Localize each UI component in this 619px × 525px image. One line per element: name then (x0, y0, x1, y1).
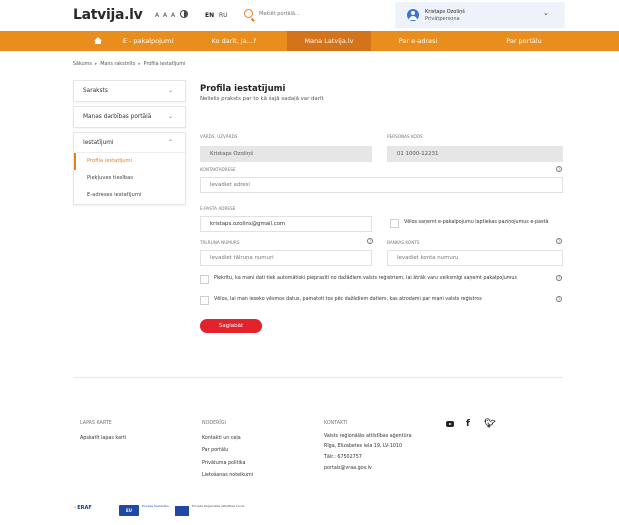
nav-item-what-to-do[interactable]: Ko darīt, ja...? (196, 31, 272, 51)
footer-sitemap-title: Lapas karte (80, 421, 112, 426)
eu-flag-icon (175, 506, 189, 516)
sidebar-section-label[interactable]: Saraksts ⌄ (74, 81, 185, 101)
help-icon[interactable]: ? (556, 275, 562, 281)
name-field: Kristaps Ozoliņš (200, 146, 372, 162)
nav-item-about-portal[interactable]: Par portālu (486, 31, 562, 51)
youtube-icon[interactable] (446, 421, 454, 427)
bank-account-label: Bankas konts (387, 240, 420, 245)
phone-label: Tālruņa numurs (200, 240, 240, 245)
lang-en[interactable]: EN (205, 12, 214, 19)
footer-link[interactable]: Lietošanas noteikumi (202, 473, 253, 478)
nav-item-e-address[interactable]: Par e-adresi (380, 31, 456, 51)
user-avatar-icon (407, 9, 419, 21)
sidebar-item-access-rights[interactable]: Pieķļuves tiesības (74, 170, 185, 187)
breadcrumb: Sākums ▸ Mans rakstnīts ▸ Profila iestatījum… (73, 62, 186, 67)
sidebar-section-settings: Iestatījumi ⌃ Profila iestatījumi Pieķļu… (73, 132, 186, 205)
user-role: Privātpersona (425, 16, 460, 22)
eu-logo-text: Eiropas Savienība (142, 504, 169, 508)
footer-link[interactable]: Kontakti un ceļa (202, 436, 241, 441)
user-name: Kristaps Ozoliņš (425, 9, 465, 15)
erdf-fund-text: Eiropas Reģionālās attīstības fonds (192, 504, 245, 508)
breadcrumb-item: Profila iestatījumi (143, 62, 186, 67)
bank-account-input[interactable]: Ievadiet konta numuru (387, 250, 563, 266)
footer-contact-line[interactable]: portals@vraa.gov.lv (324, 466, 372, 471)
sidebar-section-title: Iestatījumi (83, 140, 114, 146)
sidebar-section-title: Manas darbības portālā (83, 114, 152, 120)
footer-link[interactable]: Privātuma politika (202, 461, 245, 466)
personal-code-field: 01 1000-12231 (387, 146, 563, 162)
footer-link[interactable]: Par portālu (202, 448, 228, 453)
contrast-icon[interactable] (180, 10, 188, 18)
chevron-down-icon: ⌄ (543, 9, 549, 17)
footer-useful-title: Noderīgi (202, 421, 226, 426)
nav-item-my-latvija[interactable]: Mana Latvija.lv (287, 31, 371, 51)
sidebar-section-activity[interactable]: Manas darbības portālā ⌄ (73, 106, 186, 128)
email-label: E-pasta adrese (200, 206, 236, 211)
breadcrumb-item[interactable]: Mans rakstnīts (100, 62, 135, 67)
sidebar-item-profile-settings[interactable]: Profila iestatījumi (74, 153, 185, 170)
site-header: Latvija.lv A A A EN RU Kristaps Ozoliņš … (0, 0, 619, 31)
search-icon[interactable] (244, 9, 253, 18)
email-notifications-checkbox[interactable] (390, 219, 399, 228)
help-icon[interactable]: ? (556, 296, 562, 302)
registry-data-checkbox[interactable] (200, 296, 209, 305)
phone-input[interactable]: Ievadiet tālruņa numuri (200, 250, 372, 266)
personal-code-label: Personas kods (387, 134, 423, 139)
address-input[interactable]: Ievadiet adresi (200, 177, 563, 193)
page-subtitle: Nelielis praksts par to kā šajā sadaļā v… (200, 96, 324, 102)
sidebar-item-e-address-settings[interactable]: E-adreses iestatījumi (74, 187, 185, 204)
address-label: Kontaktadrese (200, 167, 236, 172)
footer-contact-line: Rīga, Elizabetes iela 19, LV-1010 (324, 444, 403, 449)
footer-contact-line[interactable]: Tālr.: 67502757 (324, 455, 362, 460)
help-icon[interactable]: ? (556, 166, 562, 172)
registry-data-label: Vēlos, lai man ieseko vēsmos datus, pama… (214, 297, 482, 302)
eu-logo: EU (119, 505, 139, 516)
save-button[interactable]: Saglabāt (200, 319, 262, 333)
name-label: Vārds, uzvārds (200, 134, 238, 139)
breadcrumb-item[interactable]: Sākums (73, 62, 92, 67)
help-icon[interactable]: ? (556, 238, 562, 244)
user-menu[interactable]: Kristaps Ozoliņš Privātpersona ⌄ (395, 2, 565, 28)
erdf-logo: ✦ERAF (73, 505, 92, 511)
main-nav: E - pakalpojumi Ko darīt, ja...? Mana La… (0, 31, 619, 51)
home-icon[interactable] (94, 37, 102, 44)
auto-data-checkbox[interactable] (200, 275, 209, 284)
footer-contact-line: Valsts reģionālās attīstības aģentūra (324, 434, 412, 439)
chevron-up-icon: ⌃ (167, 139, 173, 146)
footer-contacts-title: Kontakti (324, 421, 348, 426)
nav-item-e-services[interactable]: E - pakalpojumi (110, 31, 186, 51)
footer-divider (73, 377, 563, 378)
sidebar-section-label[interactable]: Manas darbības portālā ⌄ (74, 107, 185, 127)
site-logo[interactable]: Latvija.lv (73, 7, 143, 23)
chevron-down-icon: ⌄ (167, 113, 173, 120)
sidebar-section-list[interactable]: Saraksts ⌄ (73, 80, 186, 102)
font-size-control[interactable]: A A A (155, 12, 176, 19)
sidebar-section-label[interactable]: Iestatījumi ⌃ (74, 133, 185, 153)
email-input[interactable]: kristaps.ozolins@gmail.com (200, 216, 372, 232)
auto-data-label: Piekrītu, ka mani dati tiek automātiski … (214, 276, 517, 281)
sidebar-section-title: Saraksts (83, 88, 108, 94)
facebook-icon[interactable]: f (466, 419, 470, 429)
twitter-icon[interactable]: 🐦︎ (484, 419, 495, 429)
lang-ru[interactable]: RU (219, 12, 228, 19)
page-title: Profila iestatījumi (200, 84, 286, 94)
chevron-down-icon: ⌄ (167, 87, 173, 94)
footer-link-sitemap[interactable]: Apskatīt lapas karti (80, 436, 126, 441)
search-input[interactable] (259, 8, 389, 20)
help-icon[interactable]: ? (367, 238, 373, 244)
email-notifications-label: Vēlos saņemt e-pakalpojumu laptiekas paz… (404, 220, 549, 225)
